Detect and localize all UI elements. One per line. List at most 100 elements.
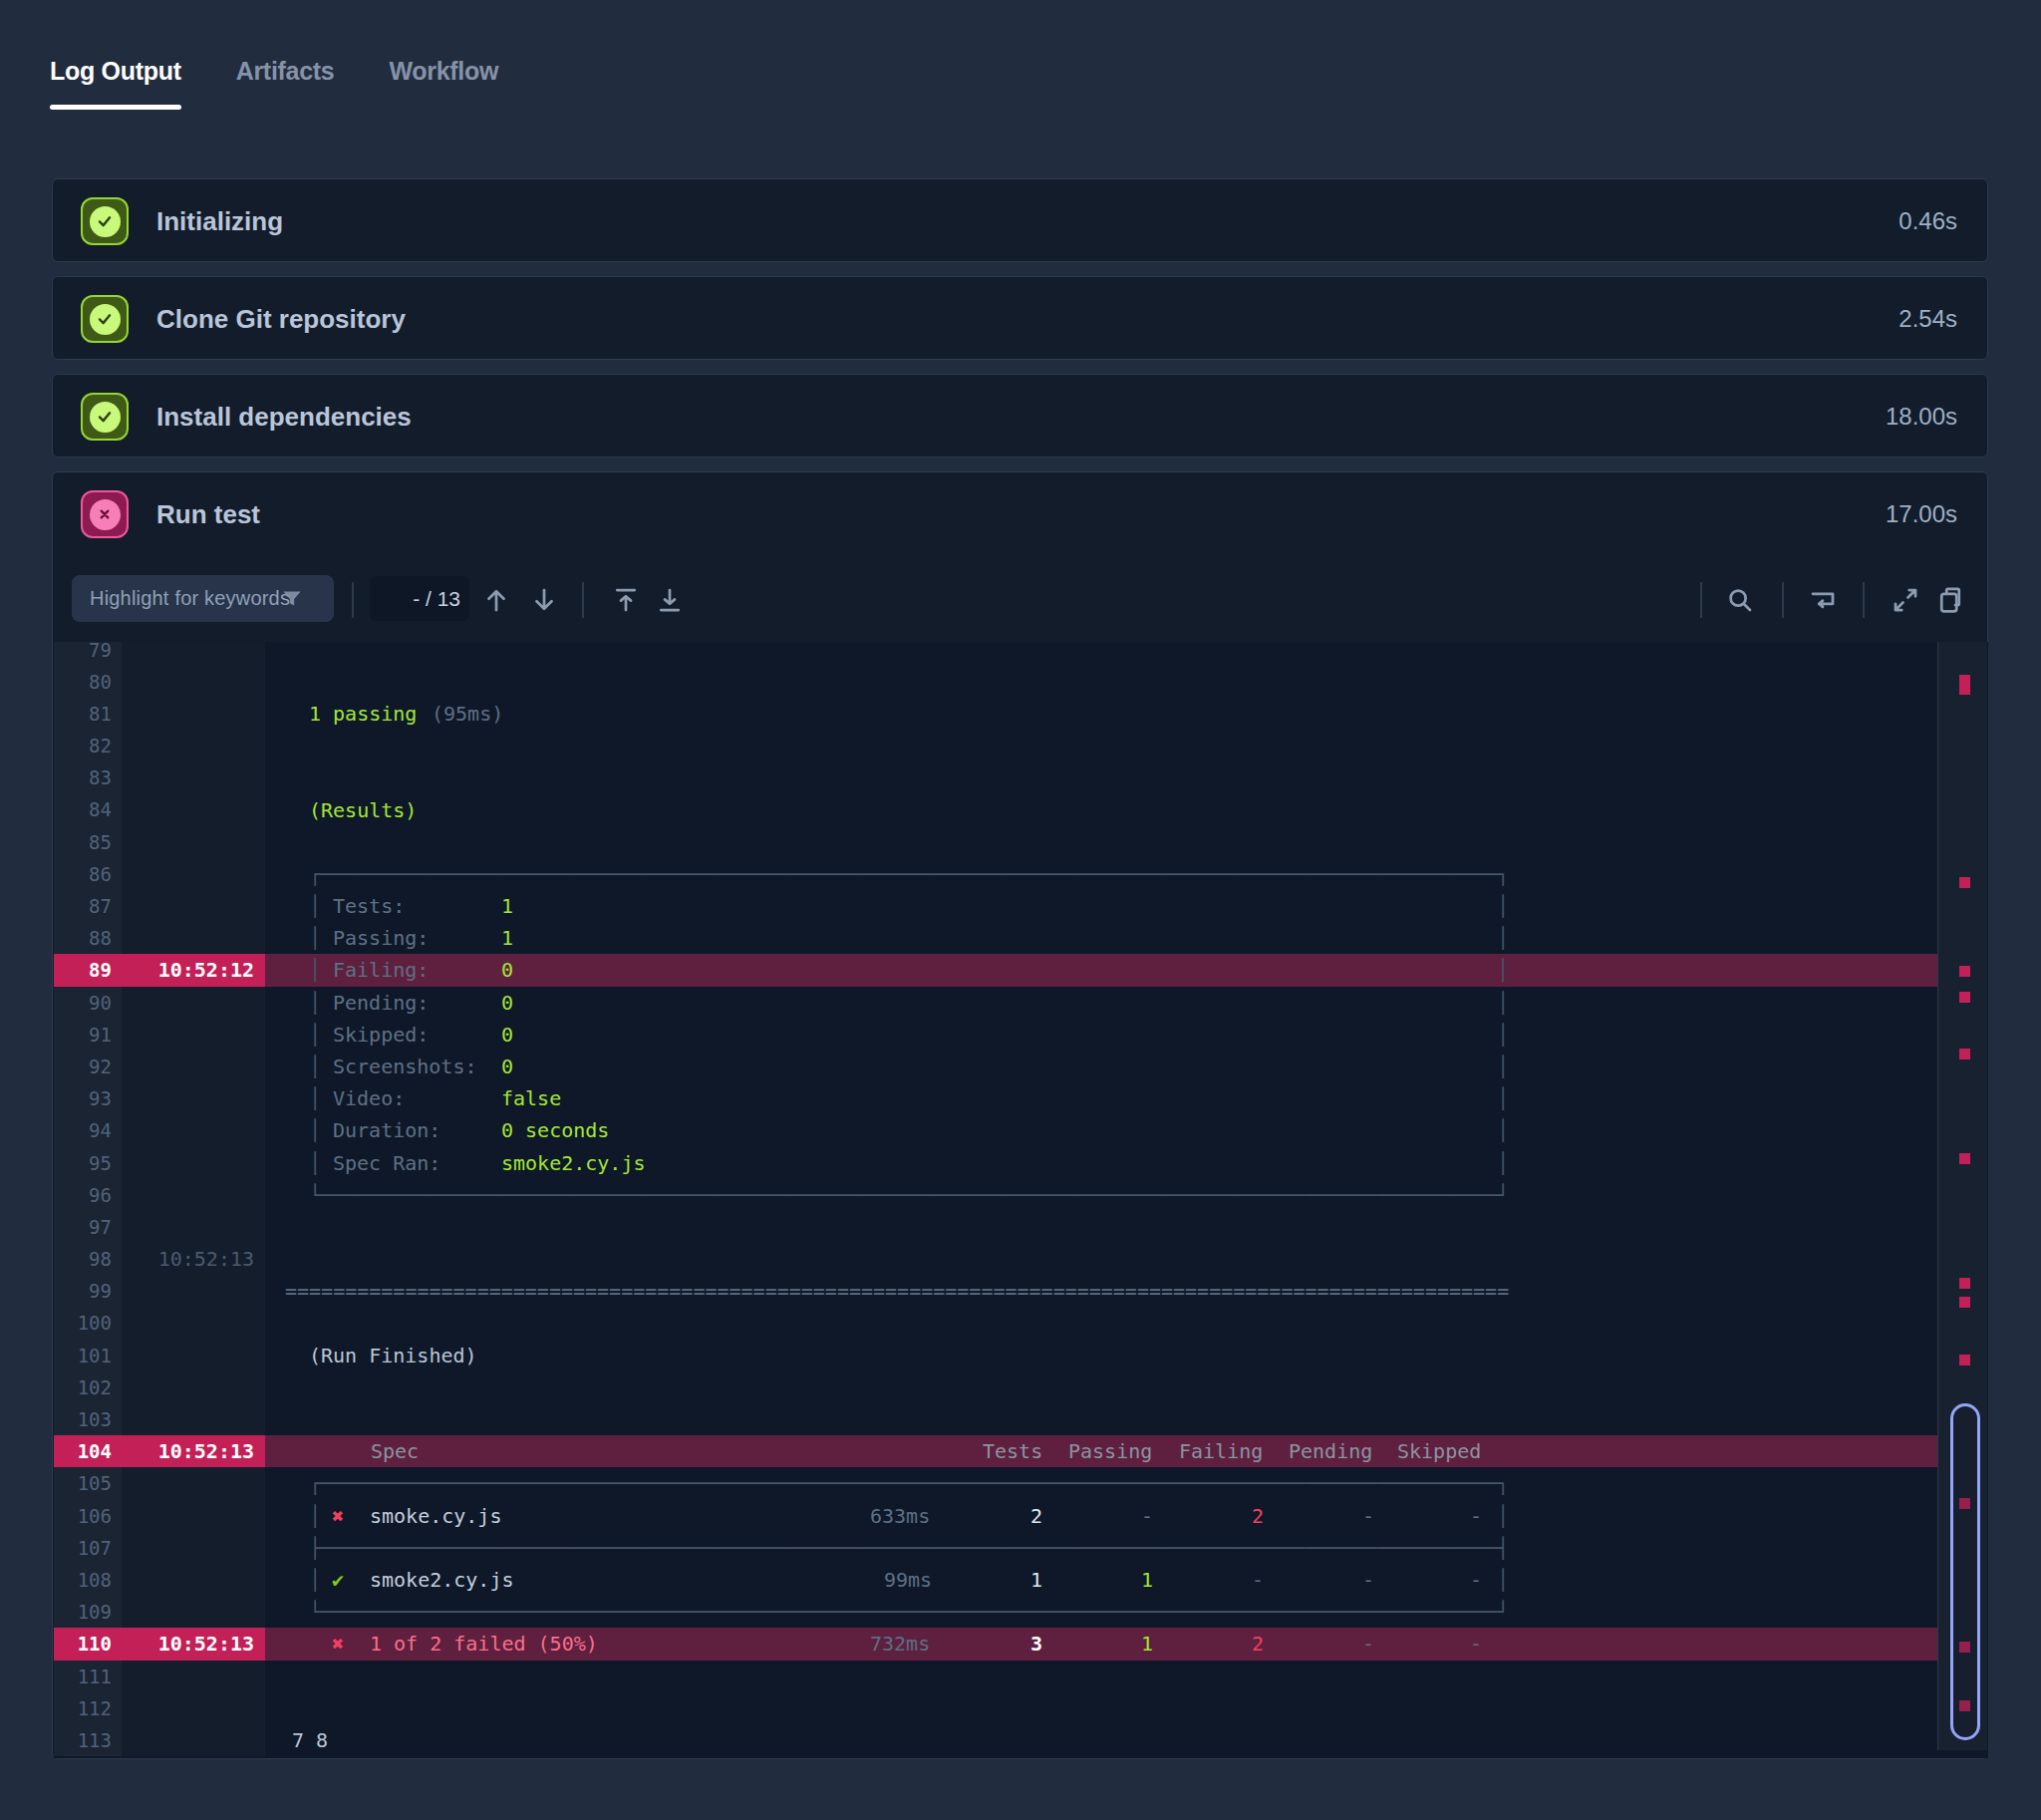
- line-number: 113: [54, 1724, 122, 1756]
- line-timestamp: [122, 858, 265, 890]
- minimap-match-marker: [1959, 992, 1970, 1003]
- line-number: 86: [54, 858, 122, 890]
- line-number: 99: [54, 1275, 122, 1307]
- line-timestamp: [122, 1692, 265, 1724]
- line-number: 79: [54, 642, 122, 666]
- line-number: 89: [54, 954, 122, 986]
- tab-log-output[interactable]: Log Output: [50, 57, 181, 106]
- line-timestamp: [122, 1467, 265, 1499]
- log-line: 95│Spec Ran:smoke2.cy.js│: [54, 1147, 1937, 1179]
- step-duration: 17.00s: [1886, 500, 1957, 528]
- line-timestamp: [122, 642, 265, 666]
- line-number: 107: [54, 1532, 122, 1564]
- log-line: 86┌─────────────────────────────────────…: [54, 858, 1937, 890]
- tab-artifacts[interactable]: Artifacts: [236, 57, 335, 106]
- scrollbar-thumb[interactable]: [1950, 1403, 1980, 1740]
- line-timestamp: 10:52:13: [122, 1243, 265, 1275]
- minimap-match-marker: [1959, 675, 1970, 695]
- line-number: 102: [54, 1371, 122, 1403]
- line-timestamp: 10:52:13: [122, 1435, 265, 1467]
- log-viewer: 7980811 passing(95ms)828384(Results)8586…: [54, 642, 1988, 1758]
- line-timestamp: [122, 730, 265, 761]
- line-number: 112: [54, 1692, 122, 1724]
- search-icon[interactable]: [1718, 578, 1762, 622]
- line-timestamp: [122, 826, 265, 858]
- success-check-icon: [81, 197, 129, 245]
- log-line: 106│✖smoke.cy.js633ms2-2--│: [54, 1500, 1937, 1532]
- step-card-run-test: Run test 17.00s Highlight for keywords -…: [52, 471, 1988, 1759]
- step-card-initializing[interactable]: Initializing 0.46s: [52, 178, 1988, 262]
- step-label: Run test: [156, 499, 260, 530]
- success-check-icon: [81, 295, 129, 343]
- keyword-filter-input[interactable]: Highlight for keywords: [72, 575, 334, 622]
- minimap-match-marker: [1959, 966, 1970, 977]
- log-line: 107├────────────────────────────────────…: [54, 1532, 1937, 1564]
- step-card-install-deps[interactable]: Install dependencies 18.00s: [52, 374, 1988, 457]
- log-line: 105┌────────────────────────────────────…: [54, 1467, 1937, 1499]
- line-number: 88: [54, 922, 122, 954]
- run-test-header[interactable]: Run test 17.00s: [53, 472, 1987, 556]
- log-line: 79: [54, 642, 1937, 666]
- log-line: 85: [54, 826, 1937, 858]
- line-number: 103: [54, 1403, 122, 1435]
- filter-icon: [279, 586, 305, 612]
- filter-placeholder: Highlight for keywords: [90, 587, 290, 610]
- line-number: 109: [54, 1596, 122, 1628]
- line-number: 85: [54, 826, 122, 858]
- log-line: 93│Video:false│: [54, 1082, 1937, 1114]
- line-timestamp: [122, 1340, 265, 1371]
- log-line: 87│Tests:1│: [54, 890, 1937, 922]
- line-number: 110: [54, 1628, 122, 1660]
- wrap-lines-icon[interactable]: [1801, 578, 1845, 622]
- line-timestamp: [122, 793, 265, 825]
- line-number: 90: [54, 987, 122, 1019]
- minimap-match-marker: [1959, 1355, 1970, 1365]
- line-timestamp: [122, 698, 265, 730]
- line-number: 101: [54, 1340, 122, 1371]
- line-timestamp: [122, 922, 265, 954]
- line-timestamp: [122, 666, 265, 698]
- minimap-match-marker: [1959, 1153, 1970, 1164]
- scroll-to-bottom-button[interactable]: [648, 578, 692, 622]
- line-timestamp: [122, 1661, 265, 1692]
- step-card-clone-git[interactable]: Clone Git repository 2.54s: [52, 276, 1988, 360]
- line-number: 105: [54, 1467, 122, 1499]
- log-toolbar: Highlight for keywords - / 13: [53, 556, 1987, 645]
- log-line: 8910:52:12│Failing:0│: [54, 954, 1937, 986]
- line-number: 100: [54, 1307, 122, 1339]
- minimap-match-marker: [1959, 877, 1970, 888]
- copy-icon[interactable]: [1928, 578, 1972, 622]
- prev-match-button[interactable]: [474, 578, 518, 622]
- line-number: 92: [54, 1051, 122, 1082]
- log-line: 100: [54, 1307, 1937, 1339]
- minimap-scrollbar[interactable]: [1937, 642, 1987, 1750]
- line-number: 94: [54, 1114, 122, 1146]
- log-line: 9810:52:13: [54, 1243, 1937, 1275]
- log-line: 97: [54, 1211, 1937, 1243]
- log-line: 90│Pending:0│: [54, 987, 1937, 1019]
- line-timestamp: [122, 890, 265, 922]
- line-timestamp: 10:52:12: [122, 954, 265, 986]
- log-line: 84(Results): [54, 793, 1937, 825]
- line-timestamp: [122, 1564, 265, 1596]
- line-timestamp: [122, 1275, 265, 1307]
- expand-icon[interactable]: [1884, 578, 1927, 622]
- line-number: 106: [54, 1500, 122, 1532]
- line-number: 97: [54, 1211, 122, 1243]
- next-match-button[interactable]: [522, 578, 566, 622]
- line-number: 95: [54, 1147, 122, 1179]
- log-line: 811 passing(95ms): [54, 698, 1937, 730]
- line-number: 87: [54, 890, 122, 922]
- log-line: 83: [54, 761, 1937, 793]
- log-line: 112: [54, 1692, 1937, 1724]
- line-timestamp: [122, 987, 265, 1019]
- log-line: 1137 8: [54, 1724, 1937, 1756]
- minimap-match-marker: [1959, 1297, 1970, 1308]
- scroll-to-top-button[interactable]: [604, 578, 648, 622]
- line-number: 91: [54, 1019, 122, 1051]
- log-line: 108│✔smoke2.cy.js99ms11---│: [54, 1564, 1937, 1596]
- tab-workflow[interactable]: Workflow: [389, 57, 498, 106]
- line-number: 93: [54, 1082, 122, 1114]
- line-timestamp: [122, 1114, 265, 1146]
- minimap-match-marker: [1959, 1049, 1970, 1060]
